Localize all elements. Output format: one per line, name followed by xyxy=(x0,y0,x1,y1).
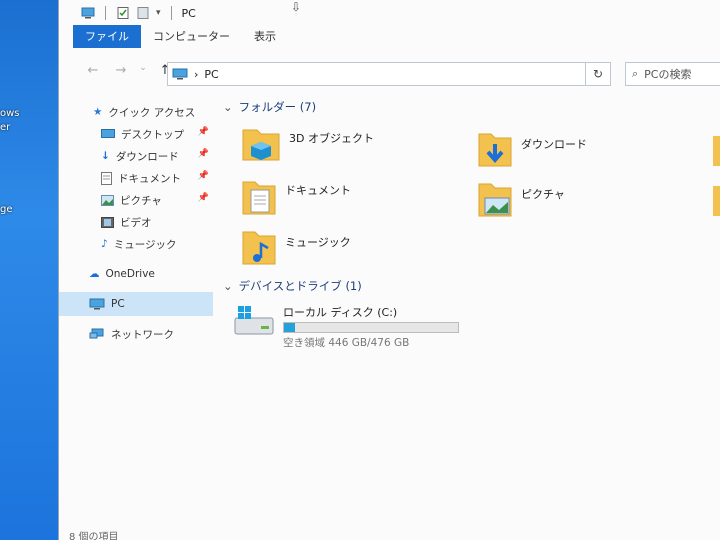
chevron-down-icon: ⌄ xyxy=(223,100,233,114)
folder-label: ドキュメント xyxy=(285,184,351,197)
status-bar-text: 8 個の項目 xyxy=(69,532,119,540)
star-icon: ★ xyxy=(93,106,103,118)
nav-label: ビデオ xyxy=(120,216,152,229)
folder-document-icon xyxy=(242,181,276,215)
address-field[interactable]: › PC ⌄ xyxy=(167,62,611,86)
nav-documents[interactable]: ドキュメント 📌 xyxy=(59,168,213,188)
folder-music[interactable]: ミュージック xyxy=(241,228,351,268)
drive-usage-bar xyxy=(283,322,459,333)
desktop-background: ows er ge xyxy=(0,0,60,540)
folder-picture-icon xyxy=(478,183,512,217)
nav-music[interactable]: ♪ ミュージック xyxy=(59,234,213,254)
breadcrumb-separator: › xyxy=(194,67,199,81)
folder-label: ピクチャ xyxy=(521,188,565,201)
refresh-icon: ↻ xyxy=(592,67,604,81)
folder-icon-partial xyxy=(713,186,720,216)
nav-onedrive[interactable]: ☁ OneDrive xyxy=(59,264,213,284)
network-icon xyxy=(89,328,104,339)
document-icon xyxy=(101,171,112,185)
recent-dropdown-icon[interactable]: ⌄ xyxy=(137,63,149,78)
desktop-label: ows xyxy=(0,108,20,119)
pc-icon xyxy=(89,298,105,310)
customize-dropdown-icon[interactable]: ▾ xyxy=(156,8,161,18)
nav-label: ミュージック xyxy=(113,238,177,251)
folders-section-header[interactable]: ⌄ フォルダー (7) xyxy=(223,99,316,115)
music-note-icon: ♪ xyxy=(101,238,108,250)
folder-label: ミュージック xyxy=(285,236,351,249)
nav-pictures[interactable]: ピクチャ 📌 xyxy=(59,190,213,210)
picture-icon xyxy=(101,194,114,206)
devices-section-header[interactable]: ⌄ デバイスとドライブ (1) xyxy=(223,278,362,294)
navigation-pane: ★ クイック アクセス デスクトップ 📌 ↓ ダウンロード 📌 ドキュメント 📌… xyxy=(59,96,213,526)
nav-downloads[interactable]: ↓ ダウンロード 📌 xyxy=(59,146,213,166)
pc-icon xyxy=(172,68,188,80)
nav-network[interactable]: ネットワーク xyxy=(59,324,213,344)
folder-download-icon xyxy=(478,133,512,167)
devices-header-label: デバイスとドライブ (1) xyxy=(238,279,362,293)
nav-quick-access[interactable]: ★ クイック アクセス xyxy=(59,102,213,122)
arrow-down-icon: ⇩ xyxy=(291,0,302,14)
nav-label: ダウンロード xyxy=(115,150,179,163)
cloud-icon: ☁ xyxy=(89,268,100,280)
folder-label: ダウンロード xyxy=(521,138,587,151)
title-bar: ▾ PC ⇩ xyxy=(59,0,720,26)
breadcrumb-pc[interactable]: PC xyxy=(204,68,218,81)
separator xyxy=(170,6,172,20)
pin-icon: 📌 xyxy=(197,149,209,159)
address-bar-row: ← → ⌄ ↑ › PC ⌄ ↻ ⌕ PCの検索 xyxy=(59,56,720,86)
nav-desktop[interactable]: デスクトップ 📌 xyxy=(59,124,213,144)
folder-music-icon xyxy=(242,231,276,265)
tab-view[interactable]: 表示 xyxy=(242,25,288,48)
nav-pc[interactable]: PC xyxy=(59,292,213,316)
nav-label: OneDrive xyxy=(105,268,155,280)
refresh-button[interactable]: ↻ xyxy=(585,62,611,86)
video-icon xyxy=(101,216,114,228)
drive-windows-icon xyxy=(234,306,274,335)
chevron-down-icon: ⌄ xyxy=(223,279,233,293)
nav-label: ネットワーク xyxy=(111,328,174,341)
folder-downloads[interactable]: ダウンロード xyxy=(477,130,587,170)
folder-pictures[interactable]: ピクチャ xyxy=(477,180,565,220)
drive-usage-fill xyxy=(284,323,295,332)
explorer-window: ▾ PC ⇩ ファイル コンピューター 表示 ← → ⌄ ↑ › PC ⌄ ↻ … xyxy=(58,0,720,540)
search-input[interactable]: ⌕ PCの検索 xyxy=(625,62,720,86)
tab-file[interactable]: ファイル xyxy=(73,25,141,48)
nav-label: PC xyxy=(111,298,125,310)
folder-3d-icon xyxy=(242,129,280,161)
window-title: PC xyxy=(181,6,196,20)
folders-header-label: フォルダー (7) xyxy=(238,100,317,114)
pc-icon xyxy=(81,7,95,19)
folder-documents[interactable]: ドキュメント xyxy=(241,178,351,218)
tab-computer[interactable]: コンピューター xyxy=(141,25,242,48)
new-folder-icon[interactable] xyxy=(136,7,150,19)
nav-videos[interactable]: ビデオ xyxy=(59,212,213,232)
folder-label: 3D オブジェクト xyxy=(289,132,374,145)
forward-icon[interactable]: → xyxy=(109,63,133,78)
pin-icon: 📌 xyxy=(197,193,209,203)
nav-label: ピクチャ xyxy=(120,194,162,207)
ribbon-tabs: ファイル コンピューター 表示 xyxy=(59,25,720,48)
properties-icon[interactable] xyxy=(116,7,130,19)
pin-icon: 📌 xyxy=(197,171,209,181)
desktop-icon xyxy=(101,128,115,138)
drive-free-space: 空き領域 446 GB/476 GB xyxy=(283,337,410,349)
nav-label: ドキュメント xyxy=(118,172,181,185)
back-icon[interactable]: ← xyxy=(81,63,105,78)
drive-label: ローカル ディスク (C:) xyxy=(283,306,398,319)
separator xyxy=(105,6,106,20)
search-icon: ⌕ xyxy=(632,67,639,80)
drive-c[interactable]: ローカル ディスク (C:) 空き領域 446 GB/476 GB xyxy=(233,304,459,350)
download-arrow-icon: ↓ xyxy=(101,150,110,162)
search-placeholder: PCの検索 xyxy=(644,68,692,81)
desktop-label: ge xyxy=(0,204,13,215)
desktop-label: er xyxy=(0,122,11,133)
folder-icon-partial xyxy=(713,136,720,166)
pin-icon: 📌 xyxy=(197,127,209,137)
nav-label: クイック アクセス xyxy=(108,106,196,119)
folder-3d-objects[interactable]: 3D オブジェクト xyxy=(241,124,374,164)
nav-label: デスクトップ xyxy=(121,128,184,141)
